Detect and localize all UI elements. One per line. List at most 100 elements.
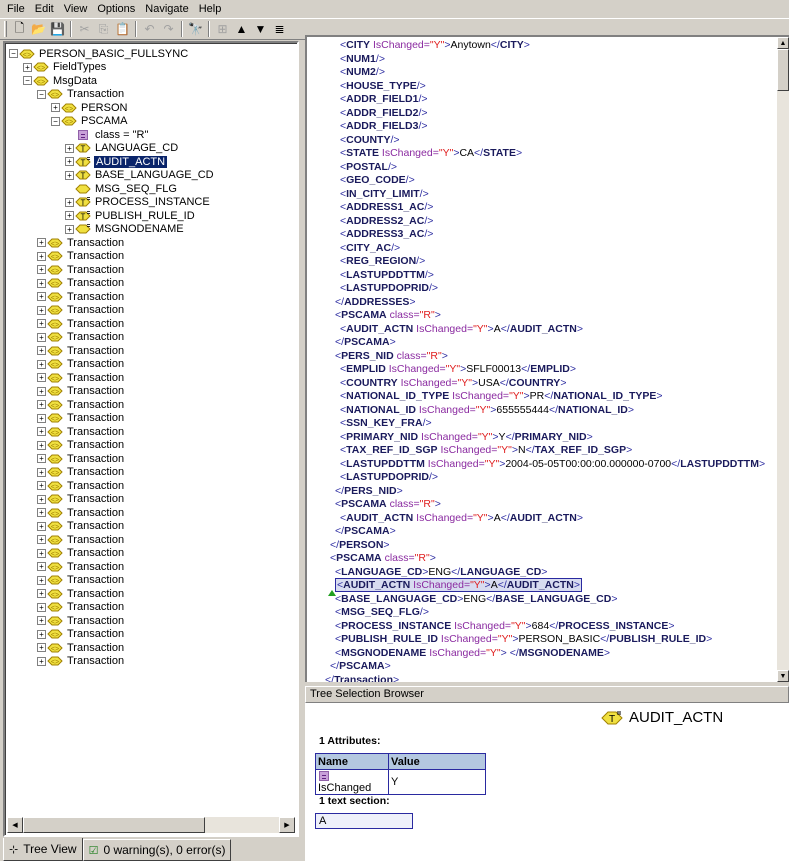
xml-line[interactable]: <NATIONAL_ID_TYPE IsChanged="Y">PR</NATI…: [307, 390, 765, 404]
scroll-right-button[interactable]: ▶: [279, 817, 295, 833]
expand-icon[interactable]: +: [37, 440, 46, 450]
xml-line[interactable]: <AUDIT_ACTN IsChanged="Y">A</AUDIT_ACTN>: [307, 512, 765, 526]
xml-line[interactable]: <POSTAL/>: [307, 161, 765, 175]
xml-line[interactable]: <NATIONAL_ID IsChanged="Y">655555444</NA…: [307, 404, 765, 418]
expand-icon[interactable]: +: [37, 319, 46, 329]
new-button[interactable]: 🗋: [10, 20, 29, 38]
xml-line[interactable]: <NUM1/>: [307, 53, 765, 67]
tree-node-label[interactable]: Transaction: [66, 547, 125, 559]
tree-node[interactable]: + <> Transaction: [9, 277, 215, 291]
tree-node[interactable]: + <> FieldTypes: [9, 61, 215, 75]
tab-tree-view[interactable]: ⊹ Tree View: [3, 838, 83, 861]
collapse-icon[interactable]: −: [9, 49, 18, 59]
tree-node[interactable]: + <> Transaction: [9, 587, 215, 601]
xml-vertical-scrollbar[interactable]: ▲ ▼: [777, 37, 789, 682]
tree-node[interactable]: + <> Transaction: [9, 560, 215, 574]
expand-icon[interactable]: +: [37, 251, 46, 261]
tree-node[interactable]: − <> Transaction: [9, 88, 215, 102]
tree-node-label[interactable]: Transaction: [66, 439, 125, 451]
expand-icon[interactable]: +: [37, 548, 46, 558]
xml-line[interactable]: <ADDRESS1_AC/>: [307, 201, 765, 215]
tree-node[interactable]: + <> Transaction: [9, 493, 215, 507]
xml-line[interactable]: </Transaction>: [307, 674, 765, 683]
find-binoculars-button[interactable]: 🔭: [186, 20, 205, 38]
tree-node-label[interactable]: Transaction: [66, 277, 125, 289]
expand-icon[interactable]: +: [37, 521, 46, 531]
tree-node-label[interactable]: FieldTypes: [52, 61, 107, 73]
menu-help[interactable]: Help: [194, 0, 227, 18]
xml-line[interactable]: </PERSON>: [307, 539, 765, 553]
tree-node[interactable]: − <> PERSON_BASIC_FULLSYNC: [9, 47, 215, 61]
tree-node[interactable]: + <> Transaction: [9, 304, 215, 318]
tree-node-label[interactable]: Transaction: [66, 88, 125, 100]
tree-add-button[interactable]: ⊞: [213, 20, 232, 38]
tree-node[interactable]: + T LANGUAGE_CD: [9, 142, 215, 156]
tree-node-label[interactable]: Transaction: [66, 345, 125, 357]
xml-line[interactable]: <MSG_SEQ_FLG/>: [307, 606, 765, 620]
xml-line[interactable]: <IN_CITY_LIMIT/>: [307, 188, 765, 202]
expand-icon[interactable]: +: [65, 224, 74, 234]
menu-edit[interactable]: Edit: [30, 0, 59, 18]
expand-icon[interactable]: +: [37, 400, 46, 410]
scroll-thumb[interactable]: [777, 49, 789, 91]
expand-icon[interactable]: +: [37, 629, 46, 639]
menu-navigate[interactable]: Navigate: [140, 0, 193, 18]
tree-horizontal-scrollbar[interactable]: ◀ ▶: [7, 817, 295, 833]
expand-icon[interactable]: +: [65, 157, 74, 167]
tree-node[interactable]: + <> Transaction: [9, 425, 215, 439]
xml-line[interactable]: <ADDR_FIELD1/>: [307, 93, 765, 107]
tree-node-label[interactable]: Transaction: [66, 480, 125, 492]
tree-node[interactable]: + <> Transaction: [9, 614, 215, 628]
tree-node[interactable]: + T PUBLISH_RULE_ID: [9, 209, 215, 223]
expand-icon[interactable]: +: [37, 535, 46, 545]
expand-icon[interactable]: +: [37, 562, 46, 572]
expand-icon[interactable]: +: [37, 494, 46, 504]
xml-line[interactable]: </ADDRESSES>: [307, 296, 765, 310]
xml-line[interactable]: </PSCAMA>: [307, 660, 765, 674]
tree-node[interactable]: + <> Transaction: [9, 547, 215, 561]
tree-node[interactable]: + <> Transaction: [9, 506, 215, 520]
tree-node[interactable]: + <> Transaction: [9, 412, 215, 426]
list-button[interactable]: ≣: [270, 20, 289, 38]
tree-node[interactable]: + <> Transaction: [9, 641, 215, 655]
cut-button[interactable]: ✂: [75, 20, 94, 38]
text-section-value[interactable]: A: [315, 813, 413, 829]
tree-node[interactable]: + <> Transaction: [9, 601, 215, 615]
expand-icon[interactable]: +: [37, 265, 46, 275]
tree-node-label[interactable]: Transaction: [66, 466, 125, 478]
paste-button[interactable]: 📋: [113, 20, 132, 38]
expand-icon[interactable]: +: [51, 103, 60, 113]
copy-button[interactable]: ⎘: [94, 20, 113, 38]
tree-node[interactable]: + <> Transaction: [9, 344, 215, 358]
xml-line[interactable]: <ADDRESS3_AC/>: [307, 228, 765, 242]
tree-node[interactable]: + <> Transaction: [9, 452, 215, 466]
redo-button[interactable]: ↷: [159, 20, 178, 38]
expand-icon[interactable]: +: [65, 197, 74, 207]
tree-node[interactable]: + <> PERSON: [9, 101, 215, 115]
tree-node-label[interactable]: PERSON: [80, 102, 128, 114]
tree-node-label[interactable]: Transaction: [66, 318, 125, 330]
menu-file[interactable]: File: [2, 0, 30, 18]
attribute-value[interactable]: Y: [388, 769, 486, 795]
tree-node-label[interactable]: Transaction: [66, 250, 125, 262]
expand-icon[interactable]: +: [37, 346, 46, 356]
undo-button[interactable]: ↶: [140, 20, 159, 38]
tree-node-label[interactable]: PERSON_BASIC_FULLSYNC: [38, 48, 189, 60]
xml-line[interactable]: <TAX_REF_ID_SGP IsChanged="Y">N</TAX_REF…: [307, 444, 765, 458]
tree-node[interactable]: + <> Transaction: [9, 628, 215, 642]
tree-node[interactable]: − <> PSCAMA: [9, 115, 215, 129]
tree-node[interactable]: + <> Transaction: [9, 439, 215, 453]
tree-node[interactable]: + <> Transaction: [9, 479, 215, 493]
tree-node[interactable]: + T PROCESS_INSTANCE: [9, 196, 215, 210]
tree-node-label[interactable]: Transaction: [66, 493, 125, 505]
xml-line[interactable]: <MSGNODENAME IsChanged="Y"> </MSGNODENAM…: [307, 647, 765, 661]
table-row[interactable]: IsChanged Y: [315, 769, 486, 795]
tree-node[interactable]: + MSGNODENAME: [9, 223, 215, 237]
tree-node-label[interactable]: Transaction: [66, 291, 125, 303]
xml-line[interactable]: <PSCAMA class="R">: [307, 309, 765, 323]
move-down-button[interactable]: ▼: [251, 20, 270, 38]
tree-node[interactable]: + <> Transaction: [9, 317, 215, 331]
xml-source-panel[interactable]: <CITY IsChanged="Y">Anytown</CITY> <NUM1/…: [305, 35, 789, 682]
expand-icon[interactable]: +: [37, 656, 46, 666]
toolbar-grip[interactable]: [4, 21, 7, 37]
